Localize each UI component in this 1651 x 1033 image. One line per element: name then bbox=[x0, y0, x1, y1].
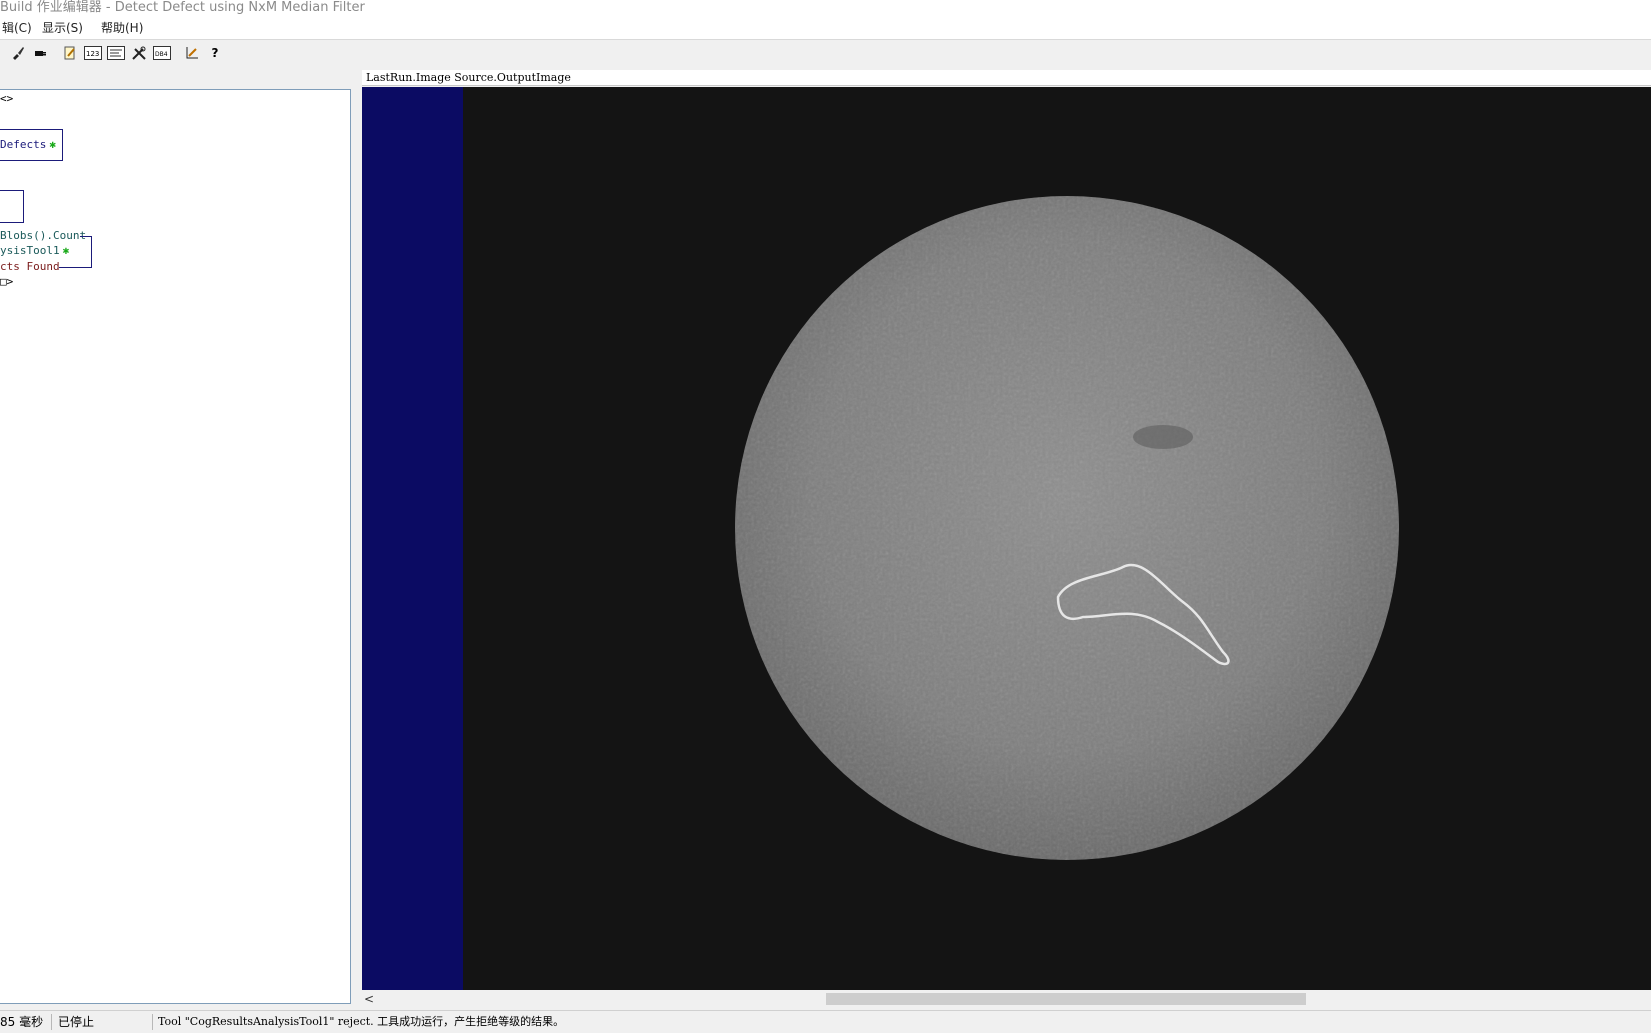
status-message: Tool "CogResultsAnalysisTool1" reject. 工… bbox=[158, 1015, 565, 1028]
display-title: LastRun.Image Source.OutputImage bbox=[362, 70, 1651, 86]
tree-connector bbox=[59, 267, 92, 268]
db-icon[interactable]: DB4 bbox=[152, 43, 172, 63]
tree-connector bbox=[91, 236, 92, 267]
scrollbar-thumb[interactable] bbox=[826, 993, 1306, 1005]
output-image[interactable] bbox=[463, 87, 1651, 990]
edit-script-icon[interactable] bbox=[60, 43, 80, 63]
run-time: 85 毫秒 bbox=[0, 1015, 44, 1029]
number-128-icon[interactable]: 123 bbox=[83, 43, 103, 63]
menu-view[interactable]: 显示(S) bbox=[40, 18, 85, 39]
tools-icon[interactable] bbox=[129, 43, 149, 63]
tree-connector bbox=[80, 236, 91, 237]
brush-icon[interactable] bbox=[8, 43, 28, 63]
menu-edit[interactable]: 辑(C) bbox=[0, 18, 34, 39]
run-state: 已停止 bbox=[58, 1015, 95, 1029]
window-title: Build 作业编辑器 - Detect Defect using NxM Me… bbox=[0, 0, 365, 15]
tree-connector bbox=[0, 160, 63, 161]
tree-node-label: cts Found bbox=[0, 260, 60, 273]
part-texture bbox=[735, 196, 1399, 860]
image-display: LastRun.Image Source.OutputImage < bbox=[362, 70, 1651, 1008]
toolbar: 123 DB4 ? bbox=[0, 40, 1651, 66]
scroll-left-arrow-icon[interactable]: < bbox=[364, 990, 374, 1008]
tree-node-label: ysisTool1 bbox=[0, 244, 60, 257]
db-icon-text: DB4 bbox=[155, 51, 168, 58]
title-bar: Build 作业编辑器 - Detect Defect using NxM Me… bbox=[0, 0, 1651, 18]
number-icon-text: 123 bbox=[86, 50, 99, 58]
status-separator bbox=[51, 1014, 52, 1030]
status-separator bbox=[152, 1014, 153, 1030]
menu-bar: 辑(C) 显示(S) 帮助(H) bbox=[0, 18, 1651, 40]
tree-connector bbox=[62, 129, 63, 160]
tree-connector bbox=[0, 222, 24, 223]
modified-star-icon: ✱ bbox=[62, 244, 70, 257]
tree-node-analysis-tool[interactable]: ysisTool1 ✱ bbox=[0, 244, 69, 257]
tree-node-label: Defects bbox=[0, 138, 47, 151]
menu-help[interactable]: 帮助(H) bbox=[99, 18, 145, 39]
tree-node-defects-found[interactable]: cts Found bbox=[0, 260, 60, 273]
tree-node[interactable]: <> bbox=[0, 92, 13, 105]
tree-node-label: □> bbox=[0, 275, 14, 288]
modified-star-icon: ✱ bbox=[49, 138, 56, 151]
terminal-icon[interactable] bbox=[106, 43, 126, 63]
dark-spot bbox=[1133, 425, 1193, 449]
tree-connector bbox=[0, 190, 23, 191]
help-icon[interactable]: ? bbox=[205, 43, 225, 63]
image-viewport[interactable] bbox=[362, 87, 1651, 990]
job-tree-panel[interactable]: <> Defects ✱ Blobs().Count ysisTool1 ✱ cts… bbox=[0, 89, 351, 1004]
tree-connector bbox=[23, 190, 24, 222]
inspection-image bbox=[735, 196, 1399, 860]
tree-connector bbox=[0, 129, 62, 130]
tree-node-label: <> bbox=[0, 92, 14, 105]
tree-node-label: Blobs().Count bbox=[0, 229, 87, 242]
plug-icon[interactable] bbox=[30, 43, 50, 63]
horizontal-scrollbar[interactable]: < bbox=[362, 990, 1651, 1008]
tree-node[interactable]: □> bbox=[0, 275, 13, 288]
scale-icon[interactable] bbox=[182, 43, 202, 63]
tree-node-defects[interactable]: Defects ✱ bbox=[0, 138, 56, 151]
tree-node-blob-count[interactable]: Blobs().Count bbox=[0, 229, 86, 242]
status-bar: 85 毫秒 已停止 Tool "CogResultsAnalysisTool1"… bbox=[0, 1010, 1651, 1033]
